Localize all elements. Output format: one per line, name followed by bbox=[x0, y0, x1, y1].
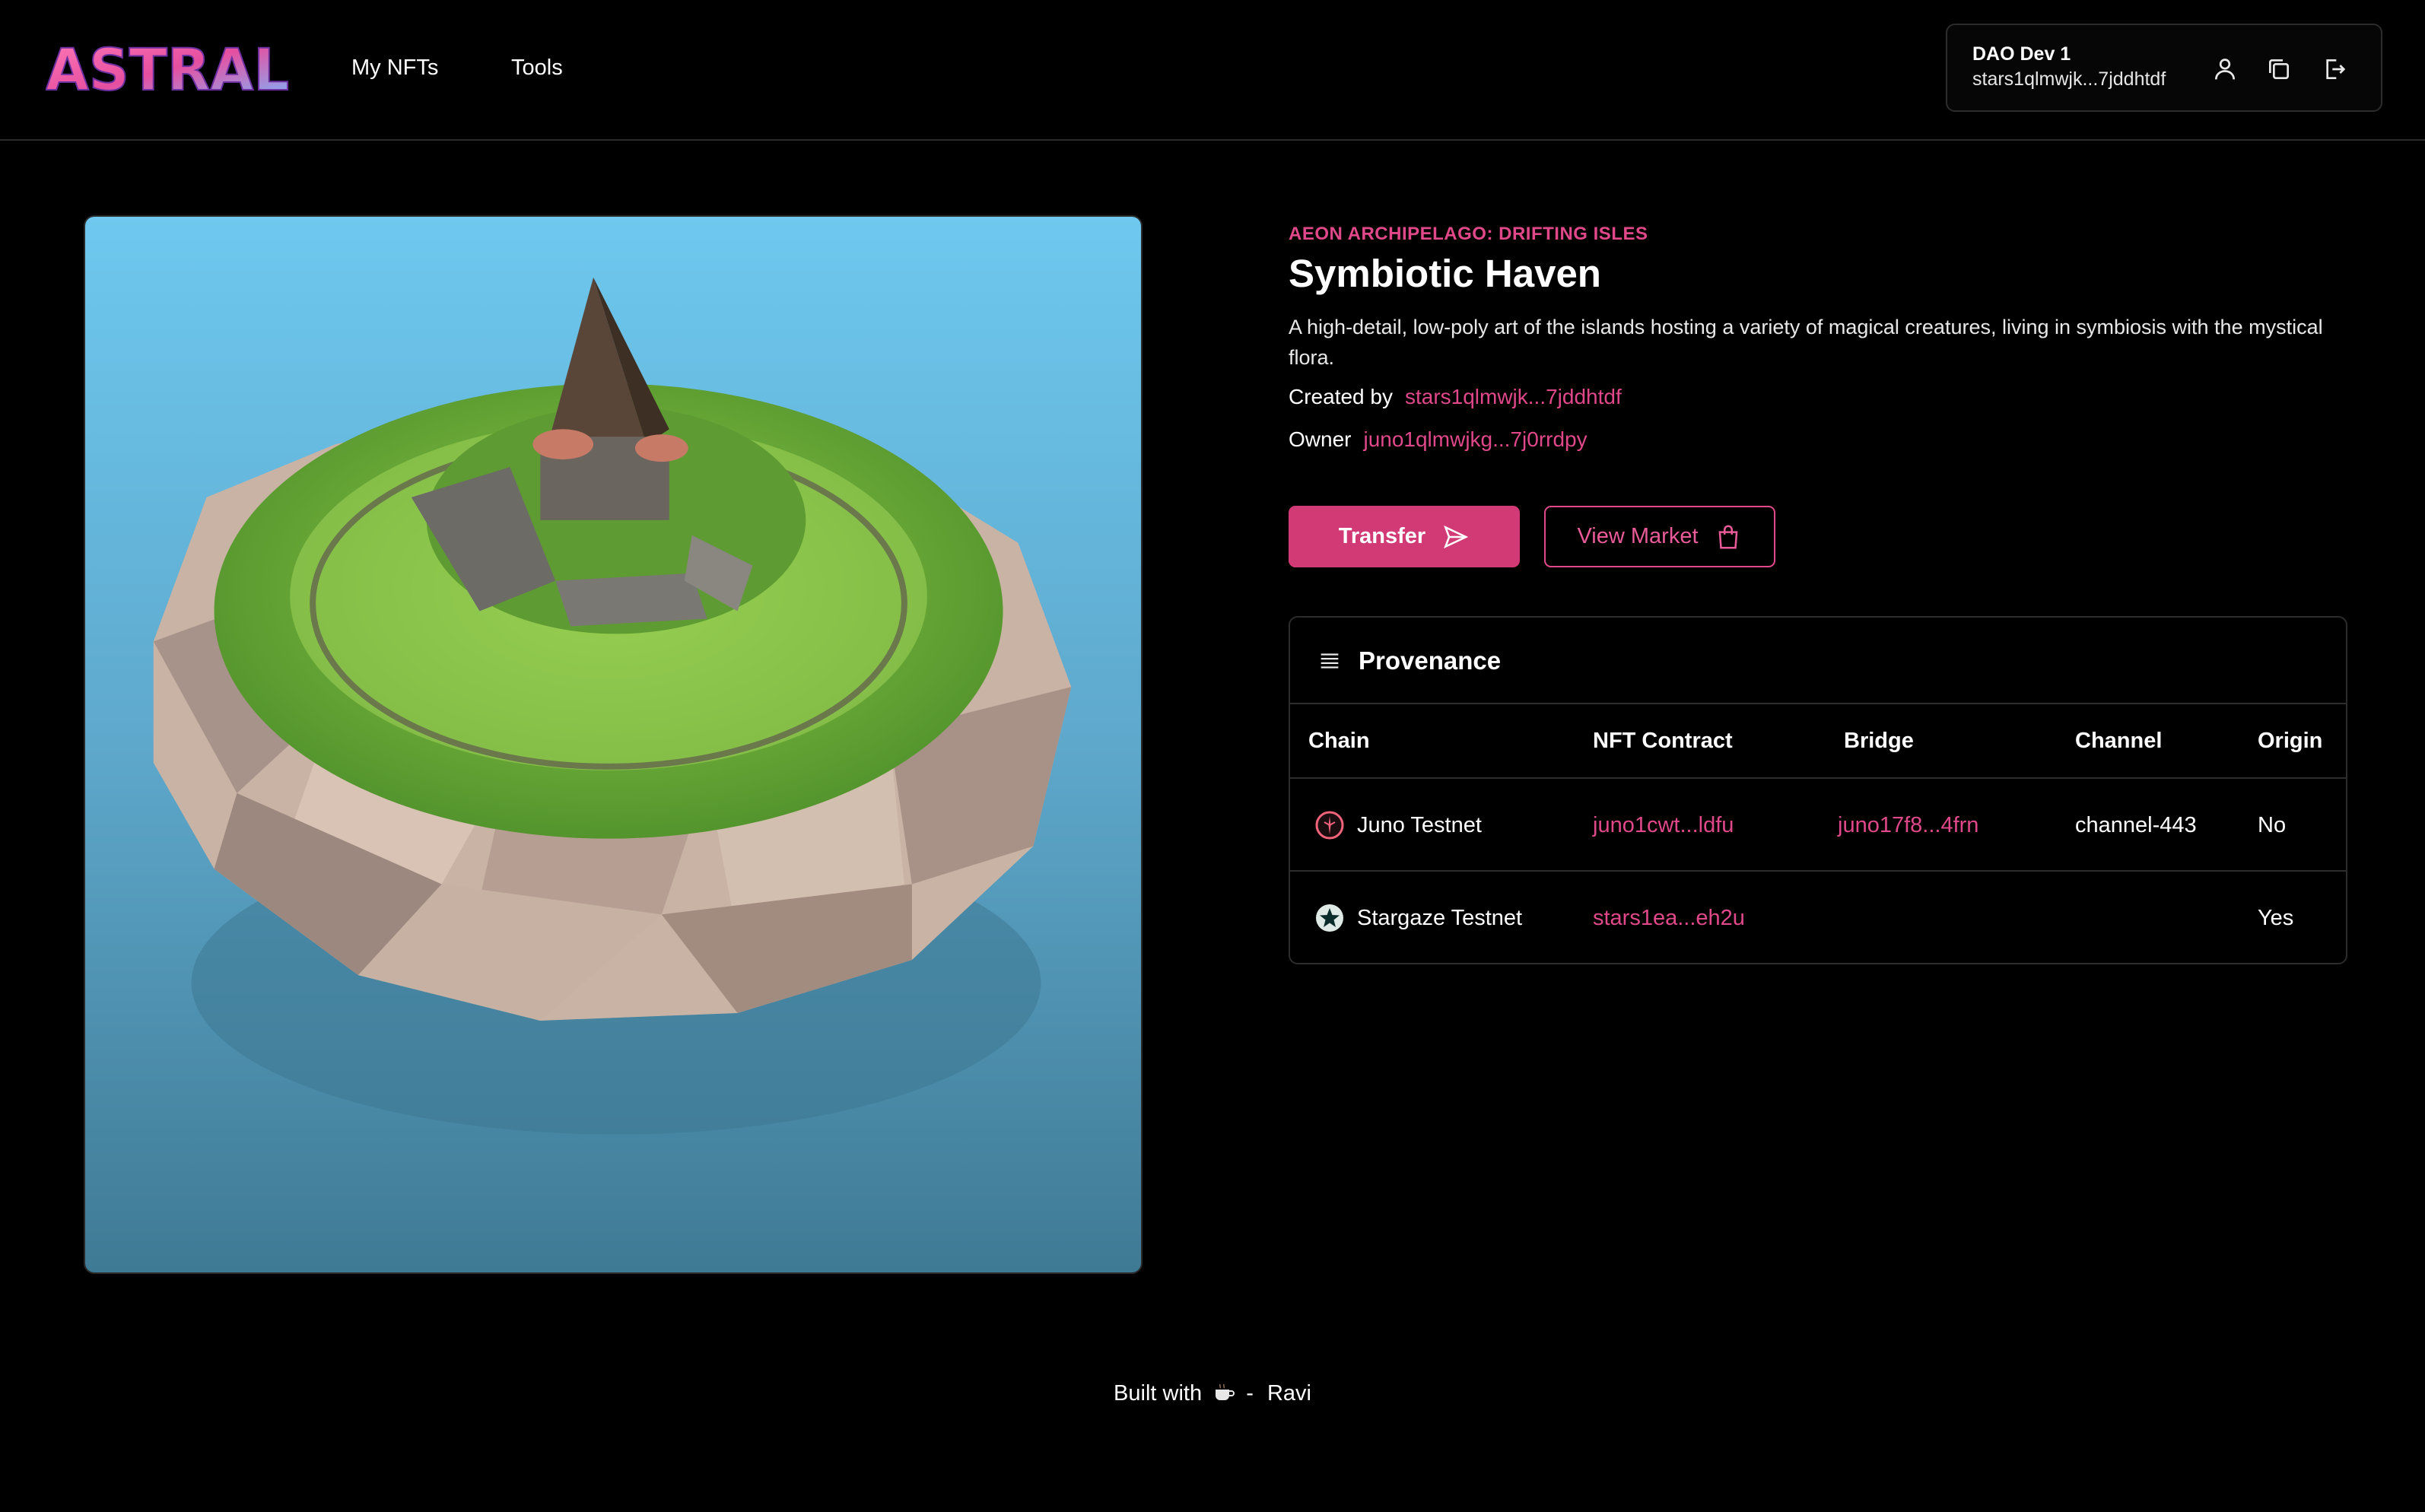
wallet-address: stars1qlmwjk...7jddhtdf bbox=[1972, 68, 2166, 90]
shopping-bag-icon bbox=[1718, 525, 1737, 549]
transfer-button[interactable]: Transfer bbox=[1289, 506, 1520, 567]
nft-description: A high-detail, low-poly art of the islan… bbox=[1289, 316, 2323, 369]
col-channel: Channel bbox=[2075, 729, 2163, 753]
col-bridge: Bridge bbox=[1844, 729, 1914, 753]
contract-link[interactable]: stars1ea...eh2u bbox=[1593, 903, 1745, 933]
owner-label: Owner bbox=[1289, 427, 1352, 451]
view-market-label: View Market bbox=[1577, 524, 1699, 548]
view-market-button[interactable]: View Market bbox=[1544, 506, 1775, 567]
chain-name: Stargaze Testnet bbox=[1357, 906, 1523, 930]
coffee-icon bbox=[1212, 1382, 1235, 1403]
footer-prefix: Built with bbox=[1114, 1381, 1203, 1406]
list-icon bbox=[1317, 648, 1343, 674]
chain-name: Juno Testnet bbox=[1357, 813, 1482, 837]
wallet-name: DAO Dev 1 bbox=[1972, 43, 2071, 65]
footer-separator: - bbox=[1246, 1381, 1254, 1406]
send-icon bbox=[1444, 525, 1469, 548]
owner-address-link[interactable]: juno1qlmwjkg...7j0rrdpy bbox=[1363, 427, 1587, 451]
provenance-card: Provenance Chain NFT Contract Bridge Cha… bbox=[1289, 616, 2347, 964]
transfer-label: Transfer bbox=[1338, 524, 1426, 548]
col-nft-contract: NFT Contract bbox=[1593, 729, 1733, 753]
astral-logo[interactable]: ASTRAL bbox=[45, 35, 292, 104]
stargaze-icon bbox=[1314, 903, 1345, 933]
author-link[interactable]: Ravi bbox=[1267, 1381, 1311, 1406]
created-by-label: Created by bbox=[1289, 385, 1393, 408]
provenance-title: Provenance bbox=[1359, 646, 1502, 675]
nft-image bbox=[84, 215, 1143, 1274]
copy-icon[interactable] bbox=[2264, 54, 2294, 84]
table-row: Stargaze Testnet stars1ea...eh2u Yes bbox=[1290, 872, 2346, 963]
nav-my-nfts[interactable]: My NFTs bbox=[351, 53, 438, 82]
collection-name[interactable]: AEON ARCHIPELAGO: DRIFTING ISLES bbox=[1289, 224, 1648, 245]
creator-address-link[interactable]: stars1qlmwjk...7jddhtdf bbox=[1405, 385, 1622, 408]
nav-tools[interactable]: Tools bbox=[511, 53, 563, 82]
logout-icon[interactable] bbox=[2319, 54, 2349, 84]
channel-value: channel-443 bbox=[2075, 813, 2197, 837]
bridge-link[interactable]: juno17f8...4frn bbox=[1838, 810, 1978, 840]
svg-text:ASTRAL: ASTRAL bbox=[46, 40, 289, 99]
owner-row: Owner juno1qlmwjkg...7j0rrdpy bbox=[1289, 427, 1588, 452]
contract-link[interactable]: juno1cwt...ldfu bbox=[1593, 810, 1734, 840]
provenance-table-header: Chain NFT Contract Bridge Channel Origin bbox=[1290, 704, 2346, 779]
nft-title: Symbiotic Haven bbox=[1289, 252, 1601, 295]
table-row: Juno Testnet juno1cwt...ldfu juno17f8...… bbox=[1290, 779, 2346, 872]
provenance-header: Provenance bbox=[1290, 618, 2346, 704]
top-bar: ASTRAL My NFTs Tools DAO Dev 1 stars1qlm… bbox=[0, 0, 2425, 141]
footer: Built with - Ravi bbox=[0, 1381, 2425, 1406]
wallet-panel[interactable]: DAO Dev 1 stars1qlmwjk...7jddhtdf bbox=[1946, 24, 2382, 112]
created-by-row: Created by stars1qlmwjk...7jddhtdf bbox=[1289, 385, 1622, 409]
origin-value: No bbox=[2258, 813, 2287, 837]
user-icon[interactable] bbox=[2210, 54, 2240, 84]
col-origin: Origin bbox=[2258, 729, 2323, 753]
juno-icon bbox=[1314, 810, 1345, 840]
col-chain: Chain bbox=[1308, 729, 1370, 753]
origin-value: Yes bbox=[2258, 906, 2294, 930]
